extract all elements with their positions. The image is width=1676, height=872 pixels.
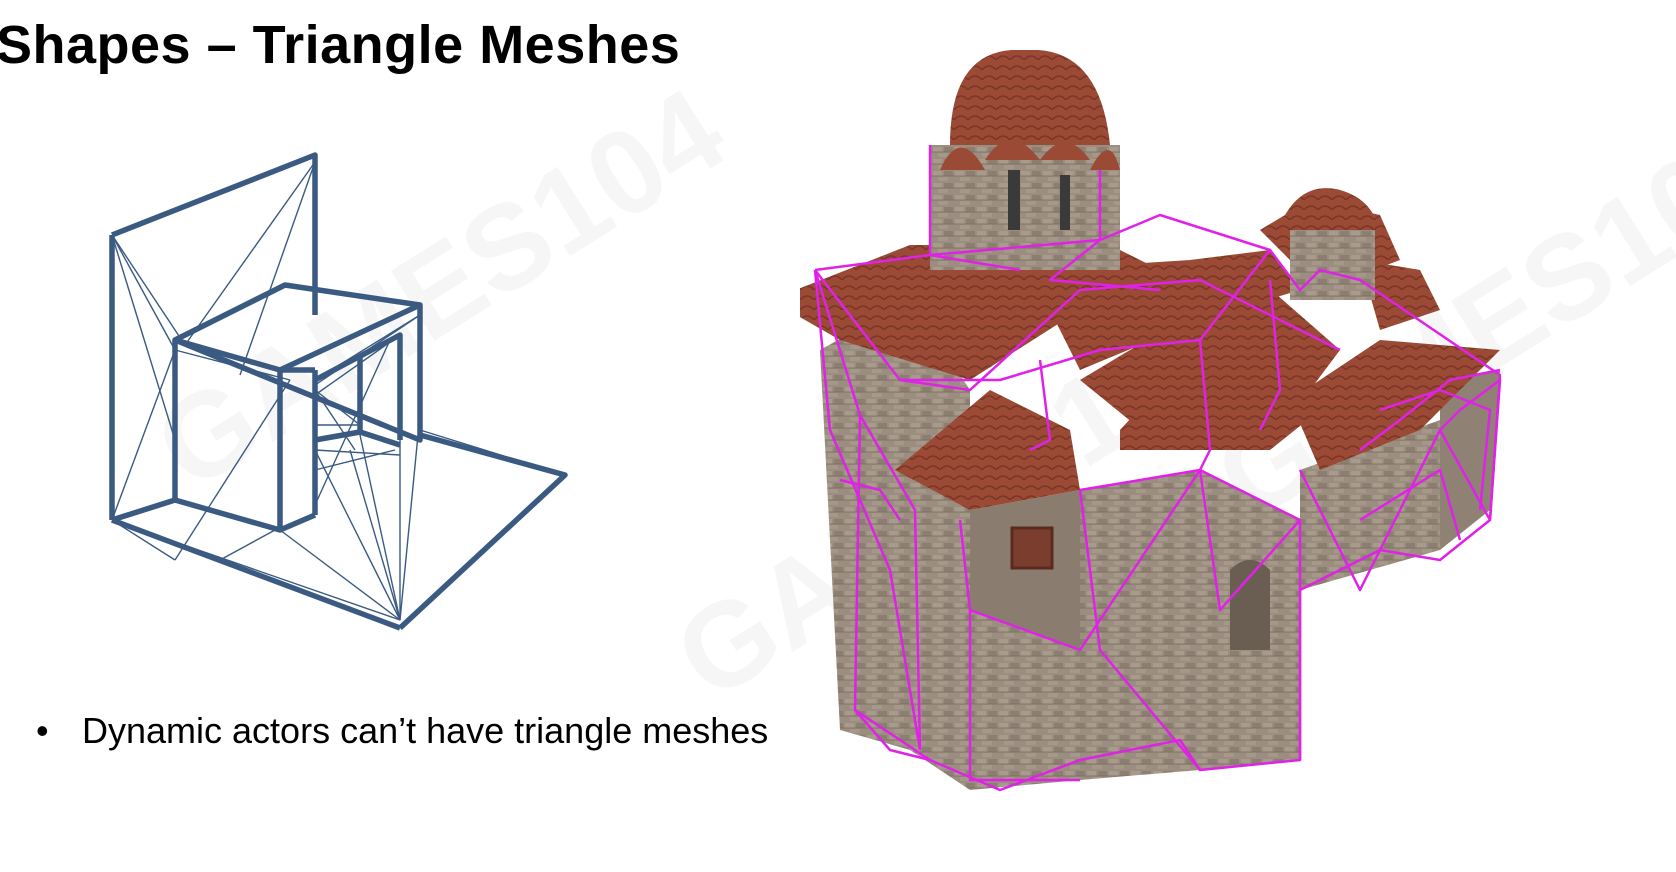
slide-title: Shapes – Triangle Meshes (0, 15, 681, 75)
outline-edges (109, 152, 568, 631)
triangulated-wireframe-figure (109, 152, 568, 631)
triangulation-lines (111, 161, 566, 621)
bullet-text: Dynamic actors can’t have triangle meshe… (82, 710, 769, 751)
bullet-item: • Dynamic actors can’t have triangle mesh… (36, 710, 768, 752)
church-model-figure (800, 50, 1502, 792)
bullet-marker: • (36, 710, 49, 751)
